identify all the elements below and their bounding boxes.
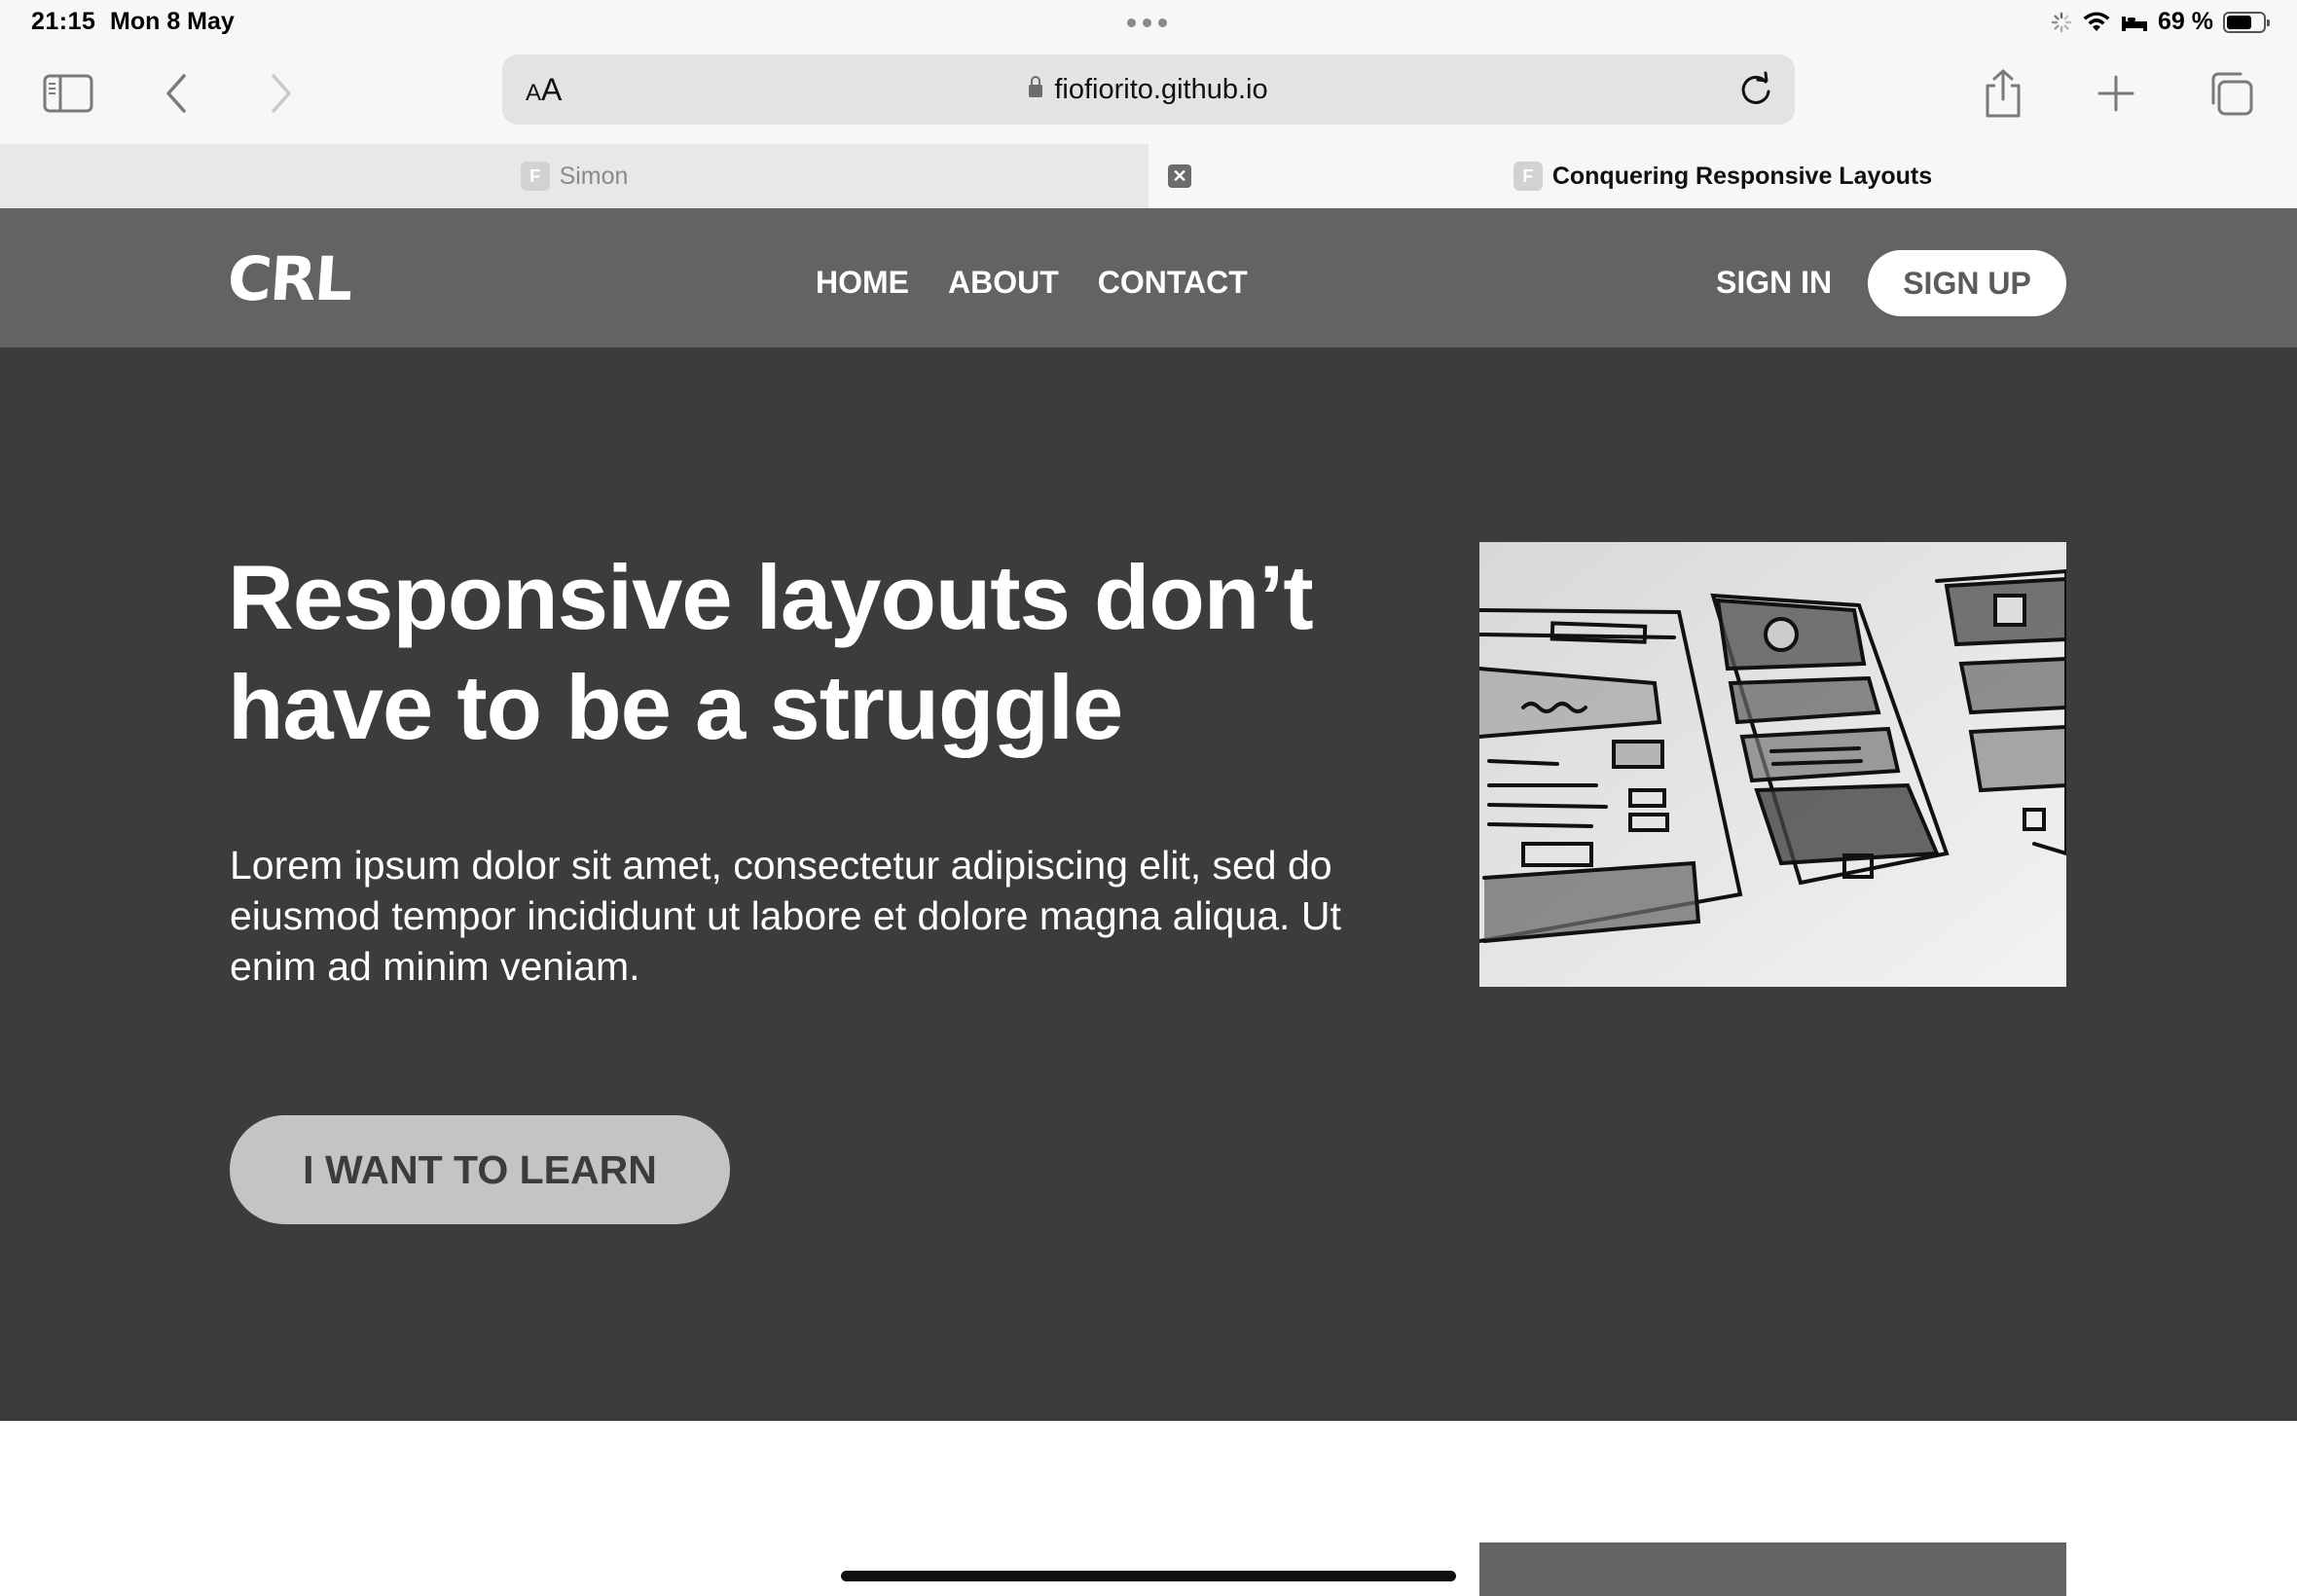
url-display[interactable]: fiofiorito.github.io [502, 74, 1795, 106]
wireframe-sketch-image [1479, 542, 2066, 987]
nav-home[interactable]: HOME [816, 265, 909, 301]
back-icon[interactable] [148, 64, 206, 123]
hero-body: Lorem ipsum dolor sit amet, consectetur … [230, 843, 1341, 989]
reload-icon[interactable] [1736, 70, 1775, 114]
multitasking-dots-icon[interactable] [1127, 18, 1167, 27]
home-indicator[interactable] [841, 1571, 1456, 1581]
site-header: CRL HOME ABOUT CONTACT SIGN IN SIGN UP [0, 208, 2297, 347]
loading-spinner-icon [2051, 12, 2072, 32]
sleep-focus-icon [2122, 16, 2148, 31]
tab-simon[interactable]: F Simon [0, 144, 1148, 208]
wifi-icon [2083, 12, 2110, 31]
sign-in-link[interactable]: SIGN IN [1716, 265, 1832, 301]
learn-button[interactable]: I WANT TO LEARN [230, 1115, 730, 1224]
favicon-icon: F [520, 162, 550, 191]
sign-up-button[interactable]: SIGN UP [1868, 250, 2066, 316]
tab-title: Conquering Responsive Layouts [1551, 162, 1933, 190]
nav-about[interactable]: ABOUT [948, 265, 1059, 301]
tab-title: Simon [559, 162, 629, 190]
site-logo[interactable]: CRL [225, 243, 353, 314]
status-date: Mon 8 May [110, 8, 235, 35]
hero-section: Responsive layouts don’t have to be a st… [0, 347, 2297, 1421]
browser-toolbar: AA fiofiorito.github.io [0, 47, 2297, 144]
share-icon[interactable] [1974, 64, 2032, 123]
status-time: 21:15 [31, 8, 96, 35]
tab-conquering-responsive-layouts[interactable]: ✕ F Conquering Responsive Layouts [1148, 144, 2297, 208]
status-bar: 21:15 Mon 8 May 69 % [0, 0, 2297, 47]
next-section-image-placeholder [1479, 1542, 2066, 1596]
forward-icon[interactable] [251, 64, 310, 123]
new-tab-icon[interactable] [2087, 64, 2145, 123]
favicon-icon: F [1513, 162, 1543, 191]
tabs-overview-icon[interactable] [2202, 64, 2260, 123]
address-bar[interactable]: AA fiofiorito.github.io [502, 54, 1795, 125]
tab-bar: F Simon ✕ F Conquering Responsive Layout… [0, 144, 2297, 208]
lock-icon [1029, 76, 1043, 97]
sidebar-toggle-icon[interactable] [39, 64, 97, 123]
close-tab-icon[interactable]: ✕ [1168, 164, 1191, 188]
url-text: fiofiorito.github.io [1054, 74, 1268, 105]
main-nav: HOME ABOUT CONTACT [816, 265, 1248, 301]
status-indicators: 69 % [2051, 8, 2270, 36]
battery-percentage: 69 % [2158, 8, 2213, 35]
hero-title: Responsive layouts don’t have to be a st… [228, 546, 1314, 758]
battery-icon [2223, 11, 2270, 33]
nav-contact[interactable]: CONTACT [1098, 265, 1248, 301]
